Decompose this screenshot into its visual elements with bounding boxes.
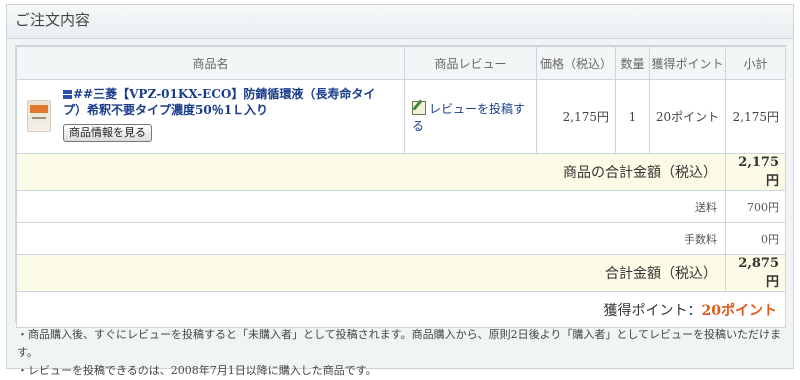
pen-paper-icon[interactable] — [412, 100, 426, 115]
grand-total-label: 合計金額（税込） — [16, 254, 726, 292]
header-subtotal: 小計 — [725, 46, 786, 80]
note-item: ・商品購入後、すぐにレビューを投稿すると「未購入者」として投稿されます。商品購入… — [17, 328, 782, 359]
fee-label: 手数料 — [16, 222, 726, 255]
product-total-label: 商品の合計金額（税込） — [16, 153, 726, 191]
quantity-cell: 1 — [615, 79, 650, 154]
earned-points-row: 獲得ポイント：20ポイント — [16, 291, 786, 328]
header-review: 商品レビュー — [404, 46, 537, 80]
notes: ・商品購入後、すぐにレビューを投稿すると「未購入者」として投稿されます。商品購入… — [17, 326, 793, 380]
product-name[interactable]: ##三菱【VPZ-01KX-ECO】防錆循環液（長寿命タイプ）希釈不要タイプ濃度… — [63, 87, 375, 117]
header-quantity: 数量 — [615, 46, 650, 80]
flag-icon — [63, 90, 72, 99]
header-product-name: 商品名 — [16, 46, 405, 80]
grand-total-value: 2,875円 — [725, 254, 786, 292]
product-total-value: 2,175円 — [725, 153, 786, 191]
earned-points-value: 20ポイント — [701, 302, 777, 319]
earned-points-cell: 獲得ポイント：20ポイント — [16, 291, 786, 328]
order-details-panel: ご注文内容 商品名 商品レビュー 価格（税込） 数量 獲得ポイント 小計 ##三… — [6, 4, 794, 377]
shipping-value: 700円 — [725, 190, 786, 223]
product-info-button[interactable]: 商品情報を見る — [63, 124, 152, 142]
table-header-row: 商品名 商品レビュー 価格（税込） 数量 獲得ポイント 小計 — [16, 46, 786, 80]
shipping-label: 送料 — [16, 190, 726, 223]
review-cell: レビューを投稿する — [404, 79, 537, 154]
product-name-link[interactable]: ##三菱【VPZ-01KX-ECO】防錆循環液（長寿命タイプ）希釈不要タイプ濃度… — [63, 86, 393, 118]
product-thumbnail[interactable] — [27, 100, 51, 132]
subtotal-cell: 2,175円 — [725, 79, 786, 154]
price-cell: 2,175円 — [536, 79, 616, 154]
order-table-container: 商品名 商品レビュー 価格（税込） 数量 獲得ポイント 小計 ##三菱【VPZ-… — [15, 45, 786, 328]
shipping-row: 送料 700円 — [16, 190, 786, 223]
write-review-link[interactable]: レビューを投稿する — [412, 102, 525, 133]
order-table: 商品名 商品レビュー 価格（税込） 数量 獲得ポイント 小計 ##三菱【VPZ-… — [16, 46, 786, 328]
panel-title: ご注文内容 — [7, 5, 793, 39]
grand-total-row: 合計金額（税込） 2,875円 — [16, 254, 786, 292]
fee-value: 0円 — [725, 222, 786, 255]
points-cell: 20ポイント — [649, 79, 726, 154]
header-points: 獲得ポイント — [649, 46, 726, 80]
product-cell: ##三菱【VPZ-01KX-ECO】防錆循環液（長寿命タイプ）希釈不要タイプ濃度… — [16, 79, 405, 154]
note-item: ・レビューを投稿できるのは、2008年7月1日以降に購入した商品です。 — [17, 364, 377, 377]
product-total-row: 商品の合計金額（税込） 2,175円 — [16, 153, 786, 191]
fee-row: 手数料 0円 — [16, 222, 786, 255]
table-row: ##三菱【VPZ-01KX-ECO】防錆循環液（長寿命タイプ）希釈不要タイプ濃度… — [16, 79, 786, 154]
earned-points-label: 獲得ポイント： — [603, 302, 702, 319]
header-price: 価格（税込） — [536, 46, 616, 80]
